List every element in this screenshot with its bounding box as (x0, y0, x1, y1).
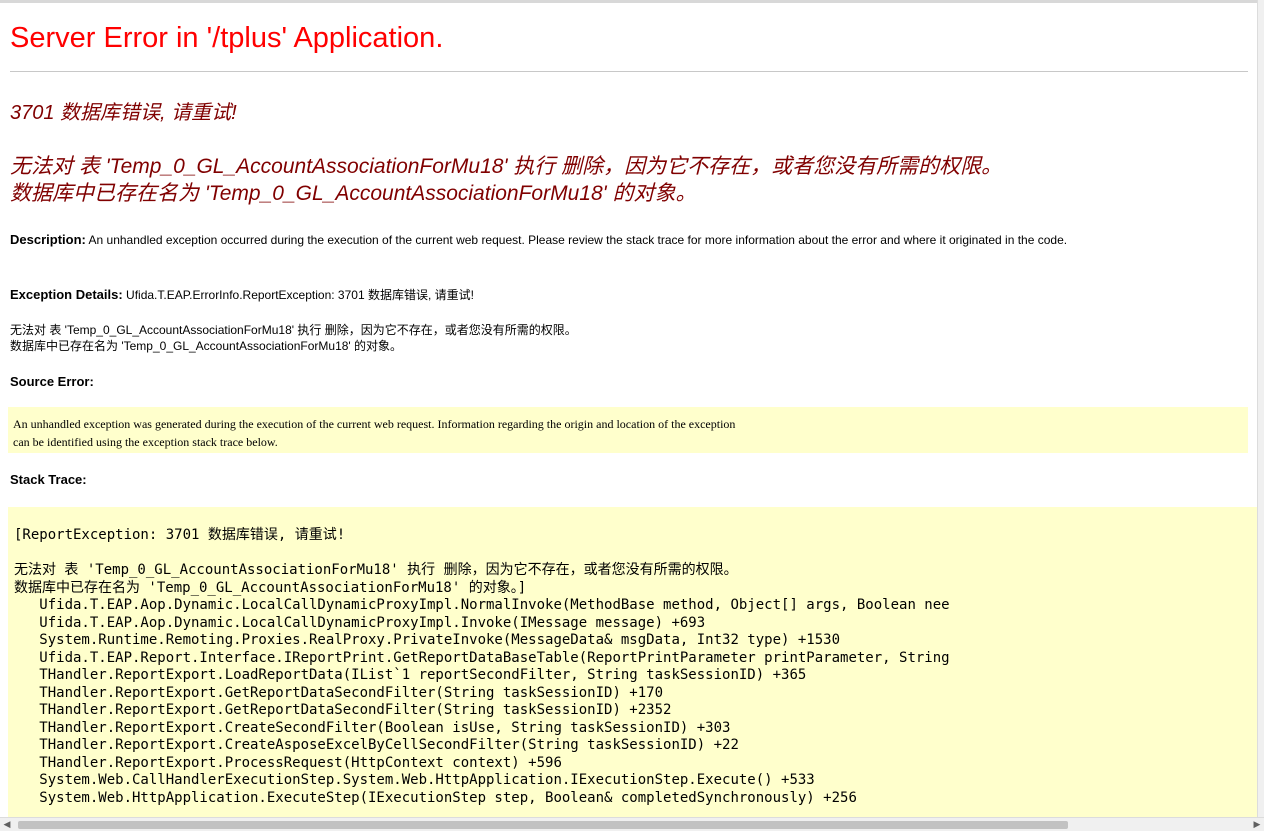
description-text: An unhandled exception occurred during t… (85, 233, 1068, 247)
stack-trace-box[interactable]: [ReportException: 3701 数据库错误, 请重试! 无法对 表… (8, 507, 1258, 817)
stack-frame: THandler.ReportExport.CreateSecondFilter… (14, 719, 731, 736)
source-error-box: An unhandled exception was generated dur… (8, 407, 1248, 453)
description-paragraph: Description: An unhandled exception occu… (10, 232, 1230, 248)
description-label: Description: (10, 232, 86, 247)
exception-message-line: 数据库中已存在名为 'Temp_0_GL_AccountAssociationF… (10, 339, 403, 353)
stack-trace-message-line: 数据库中已存在名为 'Temp_0_GL_AccountAssociationF… (14, 579, 527, 596)
stack-frame: THandler.ReportExport.CreateAsposeExcelB… (14, 737, 739, 753)
stack-trace-header: [ReportException: 3701 数据库错误, 请重试! (14, 527, 346, 543)
horizontal-scrollbar-thumb[interactable] (18, 821, 1068, 829)
vertical-scrollbar[interactable] (1257, 0, 1264, 817)
stack-frame: THandler.ReportExport.LoadReportData(ILi… (14, 667, 807, 683)
title-divider (10, 71, 1248, 72)
stack-trace-message-line: 无法对 表 'Temp_0_GL_AccountAssociationForMu… (14, 562, 738, 578)
stack-frame: System.Web.HttpApplication.ExecuteStep(I… (14, 789, 857, 806)
exception-message-line: 无法对 表 'Temp_0_GL_AccountAssociationForMu… (10, 323, 577, 337)
stack-frame: THandler.ReportExport.ProcessRequest(Htt… (14, 754, 562, 771)
error-message-heading: 无法对 表 'Temp_0_GL_AccountAssociationForMu… (10, 153, 1002, 207)
stack-frame: Ufida.T.EAP.Aop.Dynamic.LocalCallDynamic… (14, 597, 950, 613)
scroll-right-arrow-icon[interactable]: ▶ (1250, 818, 1264, 832)
stack-frame: System.Runtime.Remoting.Proxies.RealProx… (14, 632, 841, 648)
exception-details-label: Exception Details: (10, 287, 123, 302)
error-page: Server Error in '/tplus' Application. 37… (0, 0, 1258, 817)
stack-frame: System.Web.CallHandlerExecutionStep.Syst… (14, 772, 815, 788)
error-code-heading: 3701 数据库错误, 请重试! (10, 102, 237, 124)
stack-trace-label: Stack Trace: (10, 472, 87, 487)
stack-frame: THandler.ReportExport.GetReportDataSecon… (14, 684, 664, 701)
stack-frame: Ufida.T.EAP.Aop.Dynamic.LocalCallDynamic… (14, 614, 706, 631)
source-error-text: An unhandled exception was generated dur… (13, 417, 736, 449)
scroll-left-arrow-icon[interactable]: ◀ (0, 818, 14, 832)
horizontal-scrollbar[interactable]: ◀ ▶ (0, 817, 1264, 831)
error-message-line: 数据库中已存在名为 'Temp_0_GL_AccountAssociationF… (10, 182, 697, 205)
exception-details-paragraph: Exception Details: Ufida.T.EAP.ErrorInfo… (10, 287, 474, 303)
stack-frame: THandler.ReportExport.GetReportDataSecon… (14, 702, 672, 718)
exception-details-text: Ufida.T.EAP.ErrorInfo.ReportException: 3… (122, 288, 474, 302)
source-error-label: Source Error: (10, 374, 94, 389)
stack-frame: Ufida.T.EAP.Report.Interface.IReportPrin… (14, 649, 950, 666)
page-title: Server Error in '/tplus' Application. (10, 22, 444, 54)
stack-trace-text: [ReportException: 3701 数据库错误, 请重试! 无法对 表… (14, 527, 950, 807)
error-message-line: 无法对 表 'Temp_0_GL_AccountAssociationForMu… (10, 155, 1003, 178)
exception-message: 无法对 表 'Temp_0_GL_AccountAssociationForMu… (10, 322, 577, 354)
